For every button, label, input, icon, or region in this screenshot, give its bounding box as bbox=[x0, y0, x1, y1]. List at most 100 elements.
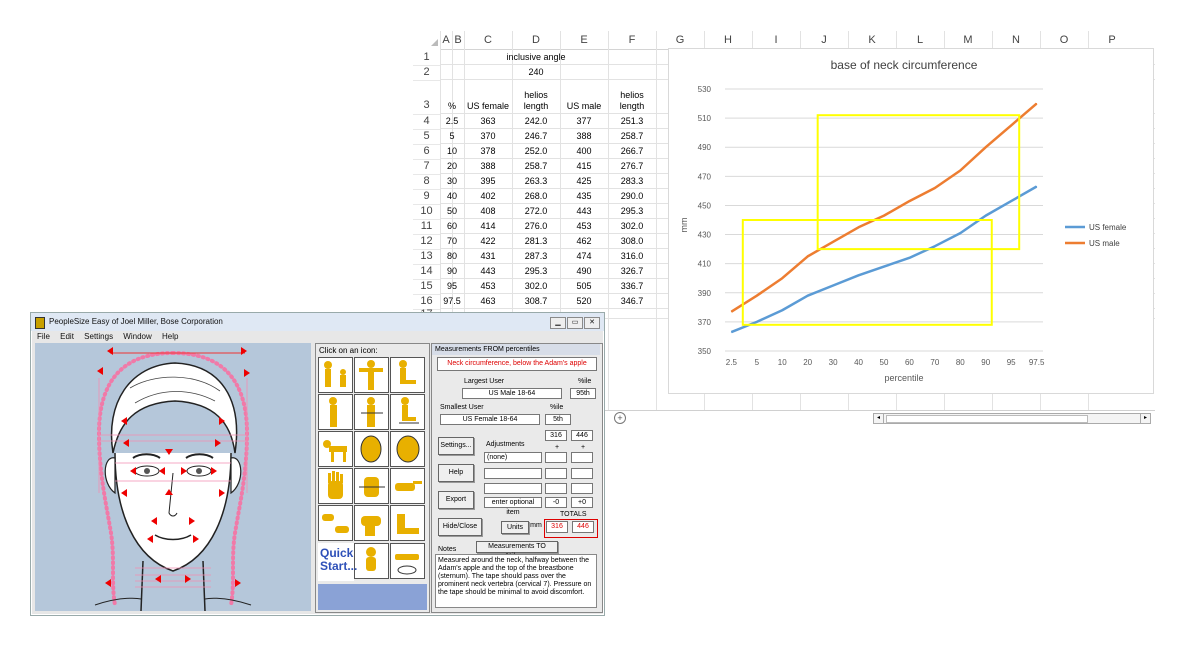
menu-help[interactable]: Help bbox=[162, 332, 178, 341]
restore-button[interactable]: ▭ bbox=[567, 317, 583, 329]
infant-scale-icon[interactable] bbox=[390, 543, 425, 579]
standing-figures-icon[interactable] bbox=[318, 357, 353, 393]
adjustment-field-2[interactable] bbox=[484, 468, 542, 479]
optional-item-field[interactable]: enter optional item bbox=[484, 497, 542, 516]
menu-window[interactable]: Window bbox=[123, 332, 151, 341]
cell-header-helios-length-male[interactable]: helios length bbox=[608, 80, 656, 114]
cell-inclusive-angle-value[interactable]: 240 bbox=[512, 65, 560, 80]
cell-us-female[interactable]: 388 bbox=[464, 159, 512, 174]
row-header[interactable]: 4 bbox=[413, 114, 440, 130]
reach-figure-icon[interactable] bbox=[354, 357, 389, 393]
cell-percentile[interactable]: 2.5 bbox=[440, 114, 464, 129]
optional-large[interactable]: +0 bbox=[571, 497, 593, 508]
head-front-icon[interactable] bbox=[354, 431, 389, 467]
column-header-e[interactable]: E bbox=[560, 31, 608, 50]
units-button[interactable]: Units bbox=[501, 521, 529, 534]
menu-edit[interactable]: Edit bbox=[60, 332, 74, 341]
row-header[interactable]: 3 bbox=[413, 80, 440, 115]
measure-figure-icon[interactable] bbox=[354, 394, 389, 430]
row-header[interactable]: 6 bbox=[413, 144, 440, 160]
grip-hands-icon[interactable] bbox=[318, 505, 353, 541]
cell-us-female[interactable]: 378 bbox=[464, 144, 512, 159]
seated-chair-icon[interactable] bbox=[390, 394, 425, 430]
row-header[interactable]: 7 bbox=[413, 159, 440, 175]
cell-header-us-male[interactable]: US male bbox=[560, 80, 608, 114]
cell-helios-female[interactable]: 268.0 bbox=[512, 189, 560, 204]
cell-helios-female[interactable]: 302.0 bbox=[512, 279, 560, 294]
cell-helios-male[interactable]: 251.3 bbox=[608, 114, 656, 129]
hand-open-icon[interactable] bbox=[318, 468, 353, 504]
cell-us-female[interactable]: 414 bbox=[464, 219, 512, 234]
scroll-right-icon[interactable]: ▸ bbox=[1140, 414, 1150, 423]
adj1-small[interactable] bbox=[545, 452, 567, 463]
row-header[interactable]: 8 bbox=[413, 174, 440, 190]
notes-text[interactable]: Measured around the neck, halfway betwee… bbox=[435, 554, 597, 608]
menu-file[interactable]: File bbox=[37, 332, 50, 341]
cell-percentile[interactable]: 50 bbox=[440, 204, 464, 219]
row-header[interactable]: 12 bbox=[413, 234, 440, 250]
cell-helios-male[interactable]: 295.3 bbox=[608, 204, 656, 219]
cell-percentile[interactable]: 90 bbox=[440, 264, 464, 279]
cell-helios-female[interactable]: 281.3 bbox=[512, 234, 560, 249]
cell-us-male[interactable]: 435 bbox=[560, 189, 608, 204]
smallest-pct-field[interactable]: 5th bbox=[545, 414, 571, 425]
row-header[interactable]: 5 bbox=[413, 129, 440, 145]
row-header[interactable]: 13 bbox=[413, 249, 440, 265]
scroll-thumb[interactable] bbox=[886, 415, 1088, 423]
cell-us-male[interactable]: 388 bbox=[560, 129, 608, 144]
cell-helios-male[interactable]: 308.0 bbox=[608, 234, 656, 249]
cell-helios-female[interactable]: 276.0 bbox=[512, 219, 560, 234]
horizontal-scrollbar[interactable]: ◂ ▸ bbox=[873, 413, 1151, 424]
column-header-c[interactable]: C bbox=[464, 31, 512, 50]
adj1-large[interactable] bbox=[571, 452, 593, 463]
close-button[interactable]: ✕ bbox=[584, 317, 600, 329]
column-header-d[interactable]: D bbox=[512, 31, 560, 50]
scroll-left-icon[interactable]: ◂ bbox=[874, 414, 884, 423]
hide-close-button[interactable]: Hide/Close bbox=[438, 518, 482, 536]
cell-helios-male[interactable]: 302.0 bbox=[608, 219, 656, 234]
export-button[interactable]: Export bbox=[438, 491, 474, 509]
head-diagram-pane[interactable] bbox=[35, 343, 311, 611]
largest-pct-field[interactable]: 95th bbox=[570, 388, 596, 399]
cell-us-male[interactable]: 490 bbox=[560, 264, 608, 279]
foot-icon[interactable] bbox=[390, 505, 425, 541]
cell-us-female[interactable]: 443 bbox=[464, 264, 512, 279]
cell-percentile[interactable]: 10 bbox=[440, 144, 464, 159]
adj2-small[interactable] bbox=[545, 468, 567, 479]
window-titlebar[interactable]: PeopleSize Easy of Joel Miller, Bose Cor… bbox=[31, 313, 604, 331]
cell-helios-male[interactable]: 346.7 bbox=[608, 294, 656, 309]
column-header-b[interactable]: B bbox=[452, 31, 464, 50]
cell-percentile[interactable]: 97.5 bbox=[440, 294, 464, 309]
select-all-corner[interactable] bbox=[431, 39, 438, 46]
cell-us-male[interactable]: 462 bbox=[560, 234, 608, 249]
standing-side-icon[interactable] bbox=[318, 394, 353, 430]
cell-header-us-female[interactable]: US female bbox=[464, 80, 512, 114]
cell-helios-female[interactable]: 263.3 bbox=[512, 174, 560, 189]
cell-us-male[interactable]: 415 bbox=[560, 159, 608, 174]
cell-percentile[interactable]: 95 bbox=[440, 279, 464, 294]
cell-helios-male[interactable]: 316.0 bbox=[608, 249, 656, 264]
head-side-icon[interactable] bbox=[390, 431, 425, 467]
cell-helios-male[interactable]: 283.3 bbox=[608, 174, 656, 189]
chart-area[interactable]: base of neck circumference 350 370 390 410 43… bbox=[668, 48, 1154, 394]
cell-us-male[interactable]: 425 bbox=[560, 174, 608, 189]
cell-percentile[interactable]: 30 bbox=[440, 174, 464, 189]
cell-us-female[interactable]: 363 bbox=[464, 114, 512, 129]
cell-helios-female[interactable]: 287.3 bbox=[512, 249, 560, 264]
cell-percentile[interactable]: 70 bbox=[440, 234, 464, 249]
cell-helios-female[interactable]: 295.3 bbox=[512, 264, 560, 279]
measurement-name[interactable]: Neck circumference, below the Adam's app… bbox=[437, 357, 597, 371]
optional-small[interactable]: -0 bbox=[545, 497, 567, 508]
hand-measure-icon[interactable] bbox=[354, 468, 389, 504]
help-button[interactable]: Help bbox=[438, 464, 474, 482]
adj3-large[interactable] bbox=[571, 483, 593, 494]
cell-percentile[interactable]: 60 bbox=[440, 219, 464, 234]
column-header-a[interactable]: A bbox=[440, 31, 452, 50]
cell-us-male[interactable]: 377 bbox=[560, 114, 608, 129]
seated-figure-icon[interactable] bbox=[390, 357, 425, 393]
cell-us-female[interactable]: 453 bbox=[464, 279, 512, 294]
minimize-button[interactable]: ▁ bbox=[550, 317, 566, 329]
baby-icon[interactable] bbox=[354, 543, 389, 579]
cell-us-male[interactable]: 520 bbox=[560, 294, 608, 309]
cell-helios-female[interactable]: 242.0 bbox=[512, 114, 560, 129]
